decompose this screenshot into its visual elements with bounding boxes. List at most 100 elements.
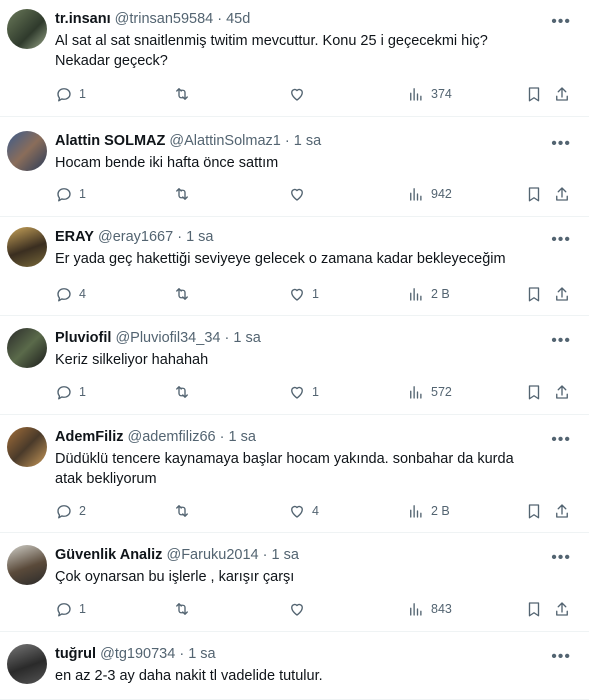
timestamp[interactable]: 1 sa — [186, 229, 213, 245]
like-button[interactable] — [288, 185, 312, 203]
views-button[interactable]: 374 — [407, 85, 452, 103]
separator-dot: · — [177, 229, 183, 245]
views-button[interactable]: 572 — [407, 383, 452, 401]
timestamp[interactable]: 1 sa — [233, 330, 260, 346]
more-horizontal-icon[interactable]: ••• — [551, 550, 571, 566]
views-icon — [410, 188, 422, 201]
separator-dot: · — [217, 11, 223, 27]
replies-count: 4 — [79, 287, 86, 301]
more-horizontal-icon[interactable]: ••• — [551, 432, 571, 448]
display-name[interactable]: ERAY — [55, 229, 94, 245]
reply-button[interactable]: 1 — [55, 85, 86, 103]
user-handle[interactable]: @ademfiliz66 — [128, 429, 216, 445]
display-name[interactable]: Pluviofil — [55, 330, 111, 346]
bookmark-button[interactable] — [525, 502, 543, 520]
user-handle[interactable]: @Pluviofil34_34 — [115, 330, 220, 346]
avatar[interactable] — [7, 131, 47, 171]
user-handle[interactable]: @trinsan59584 — [115, 11, 214, 27]
avatar[interactable] — [7, 427, 47, 467]
reply-icon — [57, 188, 71, 202]
user-handle[interactable]: @eray1667 — [98, 229, 173, 245]
bookmark-button[interactable] — [525, 85, 543, 103]
user-handle[interactable]: @Faruku2014 — [166, 547, 258, 563]
user-handle[interactable]: @AlattinSolmaz1 — [169, 133, 280, 149]
share-button[interactable] — [553, 502, 571, 520]
views-count: 2 B — [431, 287, 450, 301]
display-name[interactable]: AdemFiliz — [55, 429, 123, 445]
replies-count: 2 — [79, 504, 86, 518]
bookmark-button[interactable] — [525, 383, 543, 401]
tweet-reply[interactable]: Güvenlik Analiz @Faruku2014 · 1 sa Çok o… — [0, 533, 589, 632]
views-count: 2 B — [431, 504, 450, 518]
tweet-reply[interactable]: tuğrul @tg190734 · 1 sa en az 2-3 ay dah… — [0, 632, 589, 700]
timestamp[interactable]: 1 sa — [188, 646, 215, 662]
retweet-button[interactable] — [173, 85, 197, 103]
separator-dot: · — [284, 133, 290, 149]
views-button[interactable]: 2 B — [407, 285, 450, 303]
more-horizontal-icon[interactable]: ••• — [551, 232, 571, 248]
bookmark-button[interactable] — [525, 285, 543, 303]
timestamp[interactable]: 1 sa — [294, 133, 321, 149]
reply-button[interactable]: 1 — [55, 185, 86, 203]
views-button[interactable]: 843 — [407, 600, 452, 618]
views-button[interactable]: 942 — [407, 185, 452, 203]
timestamp[interactable]: 1 sa — [271, 547, 298, 563]
avatar[interactable] — [7, 227, 47, 267]
share-button[interactable] — [553, 383, 571, 401]
share-button[interactable] — [553, 85, 571, 103]
tweet-reply[interactable]: Pluviofil @Pluviofil34_34 · 1 sa Keriz s… — [0, 316, 589, 415]
views-button[interactable]: 2 B — [407, 502, 450, 520]
heart-icon — [291, 505, 303, 518]
like-button[interactable] — [288, 85, 312, 103]
tweet-header: tuğrul @tg190734 · 1 sa — [55, 645, 579, 664]
like-button[interactable]: 4 — [288, 502, 319, 520]
tweet-text: Hocam bende iki hafta önce sattım — [55, 155, 279, 171]
avatar[interactable] — [7, 328, 47, 368]
timestamp[interactable]: 1 sa — [228, 429, 255, 445]
timestamp[interactable]: 45d — [226, 11, 250, 27]
retweet-icon — [176, 88, 188, 100]
share-button[interactable] — [553, 600, 571, 618]
tweet-actions: 1 942 — [55, 185, 575, 205]
reply-button[interactable]: 4 — [55, 285, 86, 303]
share-button[interactable] — [553, 285, 571, 303]
reply-button[interactable]: 1 — [55, 383, 86, 401]
bookmark-button[interactable] — [525, 600, 543, 618]
share-icon — [556, 385, 568, 399]
display-name[interactable]: tr.insanı — [55, 11, 111, 27]
avatar[interactable] — [7, 9, 47, 49]
tweet-header: AdemFiliz @ademfiliz66 · 1 sa — [55, 428, 579, 447]
tweet-reply[interactable]: tr.insanı @trinsan59584 · 45d Al sat al … — [0, 0, 589, 117]
user-handle[interactable]: @tg190734 — [100, 646, 175, 662]
reply-icon — [57, 88, 71, 102]
tweet-reply[interactable]: AdemFiliz @ademfiliz66 · 1 sa Düdüklü te… — [0, 415, 589, 533]
retweet-button[interactable] — [173, 600, 197, 618]
avatar[interactable] — [7, 644, 47, 684]
retweet-button[interactable] — [173, 185, 197, 203]
avatar[interactable] — [7, 545, 47, 585]
more-horizontal-icon[interactable]: ••• — [551, 333, 571, 349]
display-name[interactable]: Alattin SOLMAZ — [55, 133, 165, 149]
heart-icon — [291, 288, 303, 301]
likes-count: 1 — [312, 385, 319, 399]
like-button[interactable]: 1 — [288, 285, 319, 303]
bookmark-button[interactable] — [525, 185, 543, 203]
display-name[interactable]: tuğrul — [55, 646, 96, 662]
retweet-button[interactable] — [173, 285, 197, 303]
more-horizontal-icon[interactable]: ••• — [551, 14, 571, 30]
retweet-button[interactable] — [173, 383, 197, 401]
reply-button[interactable]: 2 — [55, 502, 86, 520]
tweet-reply[interactable]: ERAY @eray1667 · 1 sa Er yada geç hakett… — [0, 217, 589, 316]
share-button[interactable] — [553, 185, 571, 203]
retweet-button[interactable] — [173, 502, 197, 520]
like-button[interactable]: 1 — [288, 383, 319, 401]
views-icon — [410, 505, 422, 518]
views-icon — [410, 288, 422, 301]
display-name[interactable]: Güvenlik Analiz — [55, 547, 162, 563]
more-horizontal-icon[interactable]: ••• — [551, 649, 571, 665]
reply-icon — [57, 603, 71, 617]
reply-button[interactable]: 1 — [55, 600, 86, 618]
like-button[interactable] — [288, 600, 312, 618]
more-horizontal-icon[interactable]: ••• — [551, 136, 571, 152]
tweet-reply[interactable]: Alattin SOLMAZ @AlattinSolmaz1 · 1 sa Ho… — [0, 117, 589, 217]
